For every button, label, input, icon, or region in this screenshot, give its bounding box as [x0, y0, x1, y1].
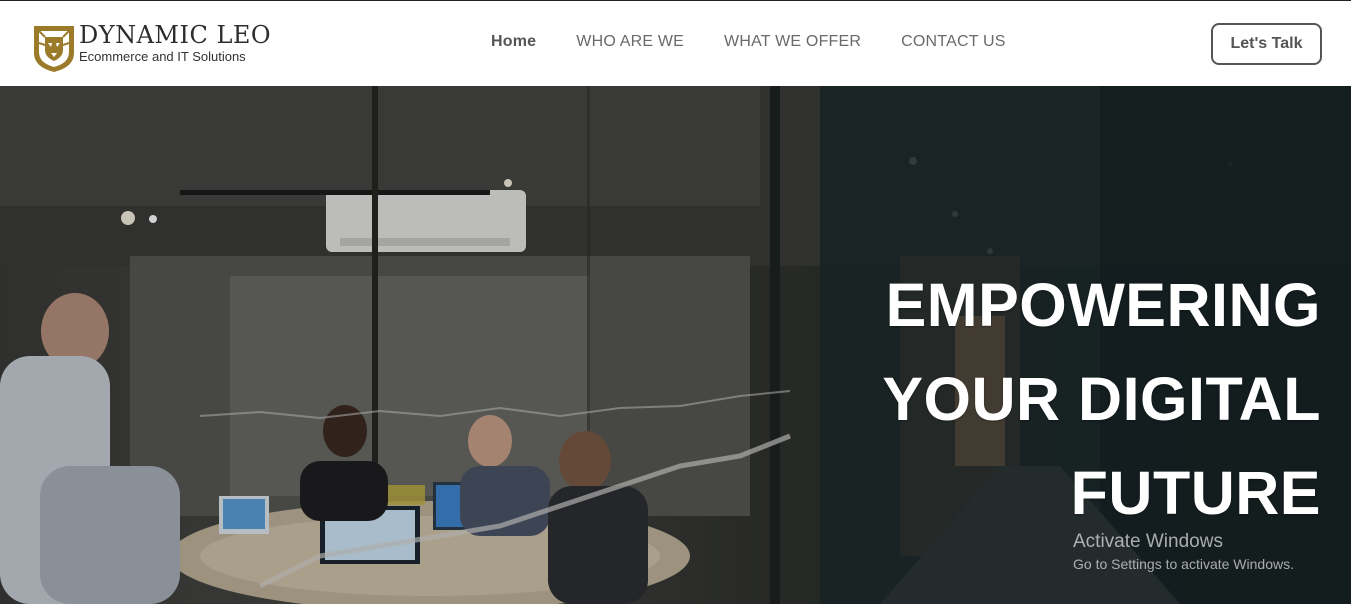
nav-what-we-offer[interactable]: WHAT WE OFFER: [724, 33, 861, 51]
main-nav: Home WHO ARE WE WHAT WE OFFER CONTACT US: [491, 33, 1046, 51]
nav-contact-us[interactable]: CONTACT US: [901, 33, 1006, 51]
hero-section: EMPOWERING YOUR DIGITAL FUTURE Activate …: [0, 86, 1351, 604]
brand-tagline: Ecommerce and IT Solutions: [79, 49, 246, 64]
windows-activation-watermark: Activate Windows Go to Settings to activ…: [1073, 531, 1294, 575]
hero-line-3: FUTURE: [1070, 459, 1321, 527]
brand-name: DYNAMIC LEO: [79, 21, 272, 49]
brand-logo[interactable]: DYNAMIC LEO Ecommerce and IT Solutions: [31, 21, 272, 75]
watermark-subtitle: Go to Settings to activate Windows.: [1073, 556, 1294, 572]
site-header: DYNAMIC LEO Ecommerce and IT Solutions H…: [0, 1, 1351, 86]
hero-line-1: EMPOWERING: [885, 271, 1321, 339]
lets-talk-button[interactable]: Let's Talk: [1211, 23, 1322, 65]
hero-line-2: YOUR DIGITAL: [882, 365, 1321, 433]
watermark-title: Activate Windows: [1073, 531, 1223, 552]
nav-who-are-we[interactable]: WHO ARE WE: [576, 33, 684, 51]
nav-home[interactable]: Home: [491, 33, 536, 51]
hero-heading: EMPOWERING YOUR DIGITAL FUTURE: [882, 258, 1321, 540]
lion-head-shield-icon: [34, 26, 74, 72]
